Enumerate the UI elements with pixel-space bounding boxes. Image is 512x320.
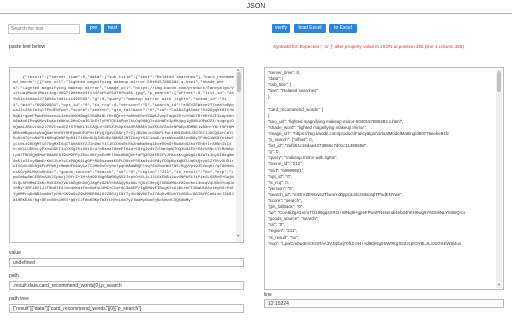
- path-label: path: [9, 273, 19, 279]
- search-input[interactable]: [8, 24, 80, 34]
- scrollbar-thumb[interactable]: [237, 72, 241, 92]
- paste-text-label: paste text below: [9, 44, 46, 50]
- json-input-text: {"result":{"server_time":0,"data":{"sub_…: [13, 75, 234, 203]
- line-field[interactable]: 12:15224: [264, 299, 504, 308]
- path-field[interactable]: .result.data.card_recommend_words[0].p_s…: [9, 281, 244, 290]
- path-tree-field[interactable]: ["result"]["data"]["card_recommend_words…: [9, 304, 244, 313]
- output-line: "exp": "LpwCmbw3mCEGRnA3VJIpbxj70frZ+IH+…: [268, 240, 462, 246]
- output-lines: "server_time": 0, "data": {"sub_title": {…: [268, 70, 493, 247]
- input-scrollbar[interactable]: ▲ ▼: [236, 69, 242, 241]
- scroll-down-arrow-icon[interactable]: ▼: [497, 282, 501, 288]
- value-label: value: [9, 250, 21, 256]
- output-scrollbar[interactable]: ▲ ▼: [496, 69, 502, 288]
- next-button[interactable]: next: [104, 24, 121, 33]
- scrollbar-thumb[interactable]: [497, 72, 501, 92]
- line-label: line: [264, 292, 272, 298]
- pre-button[interactable]: pre: [86, 24, 101, 33]
- value-field[interactable]: undefined: [9, 258, 244, 267]
- json-output-panel[interactable]: "server_time": 0, "data": {"sub_title": {…: [264, 67, 504, 290]
- scroll-down-arrow-icon[interactable]: ▼: [237, 235, 239, 241]
- to-excel-button[interactable]: to Excel: [329, 24, 357, 33]
- path-tree-label: path tree: [9, 296, 29, 302]
- syntax-error-message: SyntaxError: Expected ',' or '}' after p…: [273, 44, 464, 49]
- json-tool-window: JSON pre next verify load Excel to Excel…: [0, 0, 512, 320]
- verify-button[interactable]: verify: [272, 24, 290, 33]
- load-excel-button[interactable]: load Excel: [294, 24, 326, 33]
- window-title: JSON: [0, 0, 512, 14]
- json-input-textarea[interactable]: {"result":{"server_time":0,"data":{"sub_…: [9, 67, 244, 243]
